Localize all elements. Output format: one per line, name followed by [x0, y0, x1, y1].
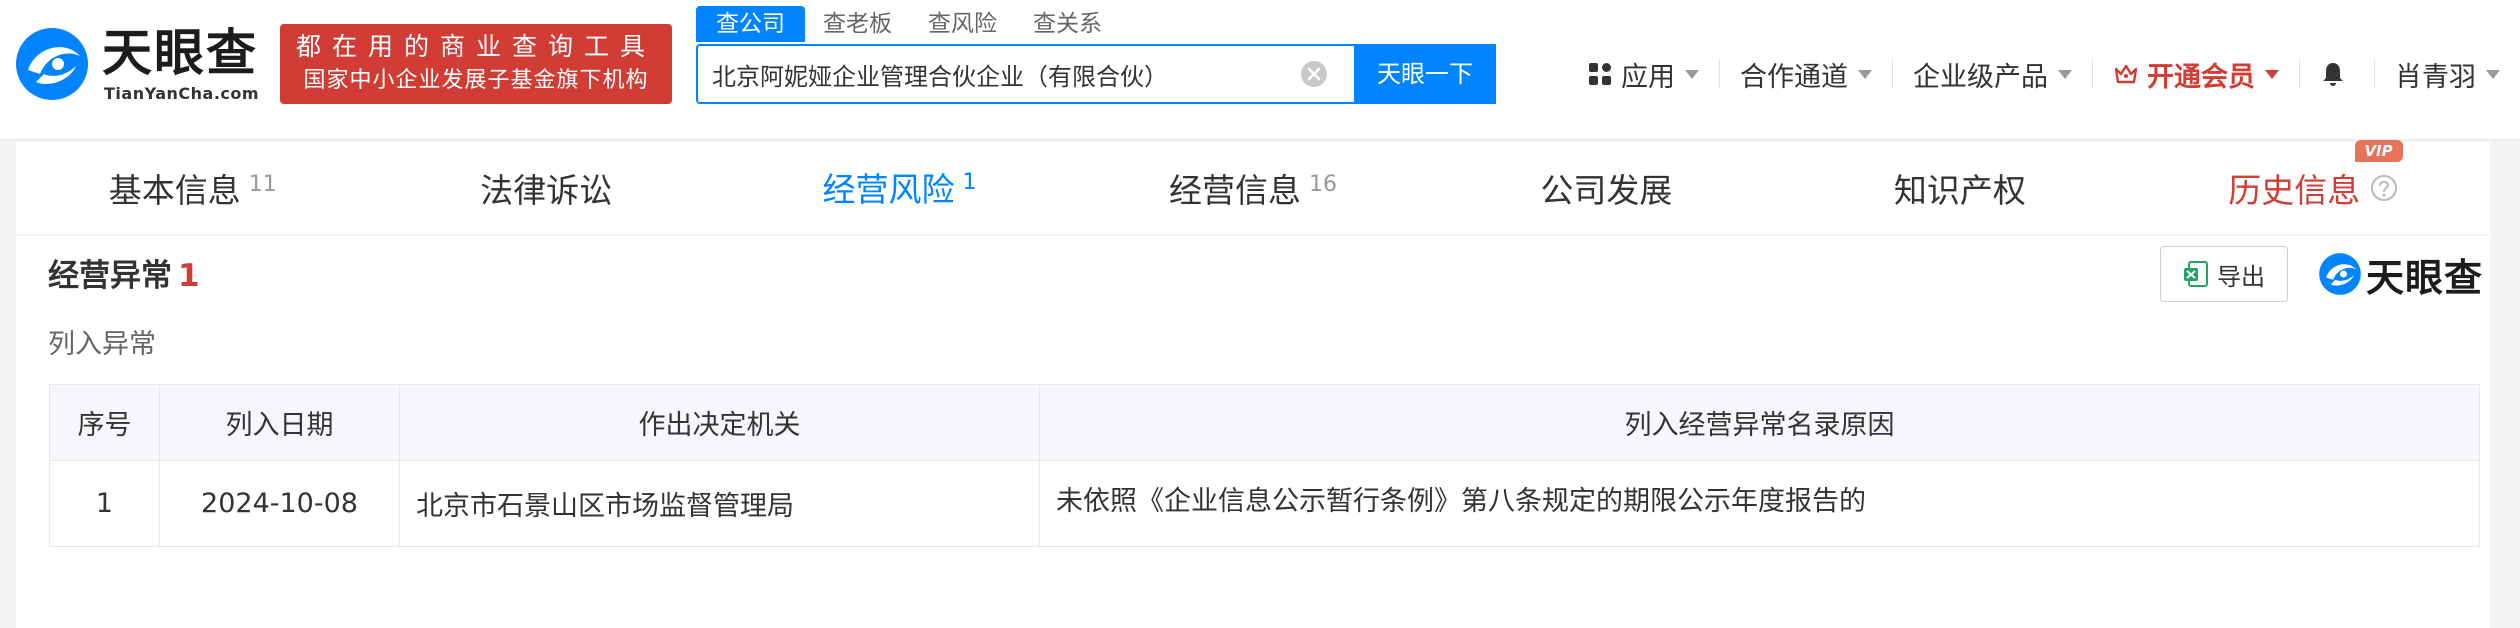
- tab-label: 知识产权: [1893, 171, 2026, 210]
- tab-development[interactable]: 公司发展: [1430, 142, 1783, 234]
- table-header-row: 序号 列入日期 作出决定机关 列入经营异常名录原因: [49, 384, 2480, 461]
- vip-badge: VIP: [2354, 140, 2403, 162]
- top-header: 天眼查 TianYanCha.com 都在用的商业查询工具 国家中小企业发展子基…: [0, 0, 2520, 140]
- col-header-date: 列入日期: [159, 384, 400, 461]
- section-count: 1: [178, 258, 200, 294]
- col-header-authority: 作出决定机关: [399, 384, 1040, 461]
- tab-basic-info[interactable]: 基本信息 11: [16, 142, 369, 234]
- logo-domain: TianYanCha.com: [104, 84, 260, 103]
- nav-apps[interactable]: 应用: [1567, 59, 1719, 93]
- tab-ip[interactable]: 知识产权: [1783, 142, 2136, 234]
- excel-icon: [2184, 261, 2208, 287]
- nav-vip-label: 开通会员: [2147, 61, 2255, 93]
- export-button[interactable]: 导出: [2160, 246, 2288, 302]
- section-subtitle: 列入异常: [48, 329, 156, 360]
- tab-label: 经营风险: [822, 169, 955, 209]
- slogan-line-2: 国家中小企业发展子基金旗下机构: [303, 68, 649, 93]
- nav-user[interactable]: 肖青羽: [2374, 59, 2520, 93]
- abnormal-records-table: 序号 列入日期 作出决定机关 列入经营异常名录原因 1 2024-10-08 北…: [49, 384, 2480, 547]
- tab-label: 公司发展: [1540, 171, 1673, 210]
- chevron-down-icon: [1858, 69, 1872, 79]
- site-logo[interactable]: 天眼查 TianYanCha.com: [14, 22, 274, 106]
- tab-count: 16: [1308, 171, 1337, 197]
- search-type-tabs: 查公司 查老板 查风险 查关系: [696, 6, 1120, 42]
- tab-history[interactable]: VIP 历史信息: [2137, 140, 2490, 234]
- bell-icon: [2323, 63, 2343, 86]
- table-row: 1 2024-10-08 北京市石景山区市场监督管理局 未依照《企业信息公示暂行…: [49, 460, 2480, 547]
- clear-search-icon[interactable]: [1298, 58, 1330, 90]
- export-label: 导出: [2217, 262, 2265, 291]
- tab-label: 基本信息: [108, 171, 241, 210]
- nav-apps-label: 应用: [1621, 61, 1675, 93]
- nav-enterprise-label: 企业级产品: [1913, 61, 2048, 93]
- tab-label: 历史信息: [2228, 171, 2361, 210]
- nav-partner-label: 合作通道: [1740, 61, 1848, 93]
- apps-grid-icon: [1589, 63, 1611, 85]
- nav-notifications[interactable]: [2299, 59, 2374, 89]
- brand-watermark: 天眼查: [2318, 250, 2483, 300]
- chevron-down-icon: [2486, 69, 2500, 79]
- tab-label: 经营信息: [1168, 171, 1301, 210]
- help-icon[interactable]: [2370, 174, 2398, 202]
- company-tabs: 基本信息 11 法律诉讼 经营风险 1 经营信息 16 公司发展 知识产权 VI…: [16, 140, 2490, 234]
- search-tab-relation[interactable]: 查关系: [1015, 6, 1120, 42]
- cell-authority: 北京市石景山区市场监督管理局: [399, 460, 1040, 547]
- search-tab-company[interactable]: 查公司: [696, 6, 805, 42]
- tianyancha-logo-icon: [2319, 253, 2361, 295]
- logo-text: 天眼查: [102, 24, 258, 82]
- search-tab-boss[interactable]: 查老板: [805, 6, 910, 42]
- user-name: 肖青羽: [2395, 61, 2476, 93]
- col-header-reason: 列入经营异常名录原因: [1039, 384, 2480, 461]
- section-title: 经营异常 1: [48, 250, 200, 295]
- crown-icon: [2114, 64, 2138, 84]
- search-button[interactable]: 天眼一下: [1354, 44, 1496, 104]
- search-input[interactable]: [712, 46, 1392, 102]
- nav-partner[interactable]: 合作通道: [1719, 59, 1892, 93]
- brand-text: 天眼查: [2366, 255, 2484, 300]
- tab-count: 1: [962, 170, 977, 195]
- slogan-banner: 都在用的商业查询工具 国家中小企业发展子基金旗下机构: [280, 24, 672, 104]
- content-panel: 经营异常 1 列入异常 导出 天眼查 序号 列入日期 作出决定机关 列入经营异常…: [16, 236, 2490, 628]
- search-tab-risk[interactable]: 查风险: [910, 6, 1015, 42]
- tianyancha-logo-icon: [16, 28, 88, 100]
- section-title-text: 经营异常: [48, 258, 172, 294]
- chevron-down-icon: [2058, 69, 2072, 79]
- cell-date: 2024-10-08: [159, 460, 400, 547]
- tab-legal[interactable]: 法律诉讼: [369, 142, 722, 234]
- nav-vip[interactable]: 开通会员: [2092, 59, 2299, 93]
- chevron-down-icon: [1685, 69, 1699, 79]
- tab-count: 11: [248, 171, 277, 197]
- tab-label: 法律诉讼: [480, 171, 613, 210]
- top-nav: 应用 合作通道 企业级产品 开通会员 肖青羽: [1567, 48, 2520, 100]
- col-header-index: 序号: [49, 384, 160, 461]
- cell-index: 1: [49, 460, 160, 547]
- cell-reason: 未依照《企业信息公示暂行条例》第八条规定的期限公示年度报告的: [1039, 460, 2480, 547]
- slogan-line-1: 都在用的商业查询工具: [295, 32, 656, 61]
- tab-business-info[interactable]: 经营信息 16: [1076, 142, 1429, 234]
- nav-enterprise[interactable]: 企业级产品: [1892, 59, 2092, 93]
- tab-business-risk[interactable]: 经营风险 1: [722, 142, 1077, 234]
- chevron-down-icon: [2265, 69, 2279, 79]
